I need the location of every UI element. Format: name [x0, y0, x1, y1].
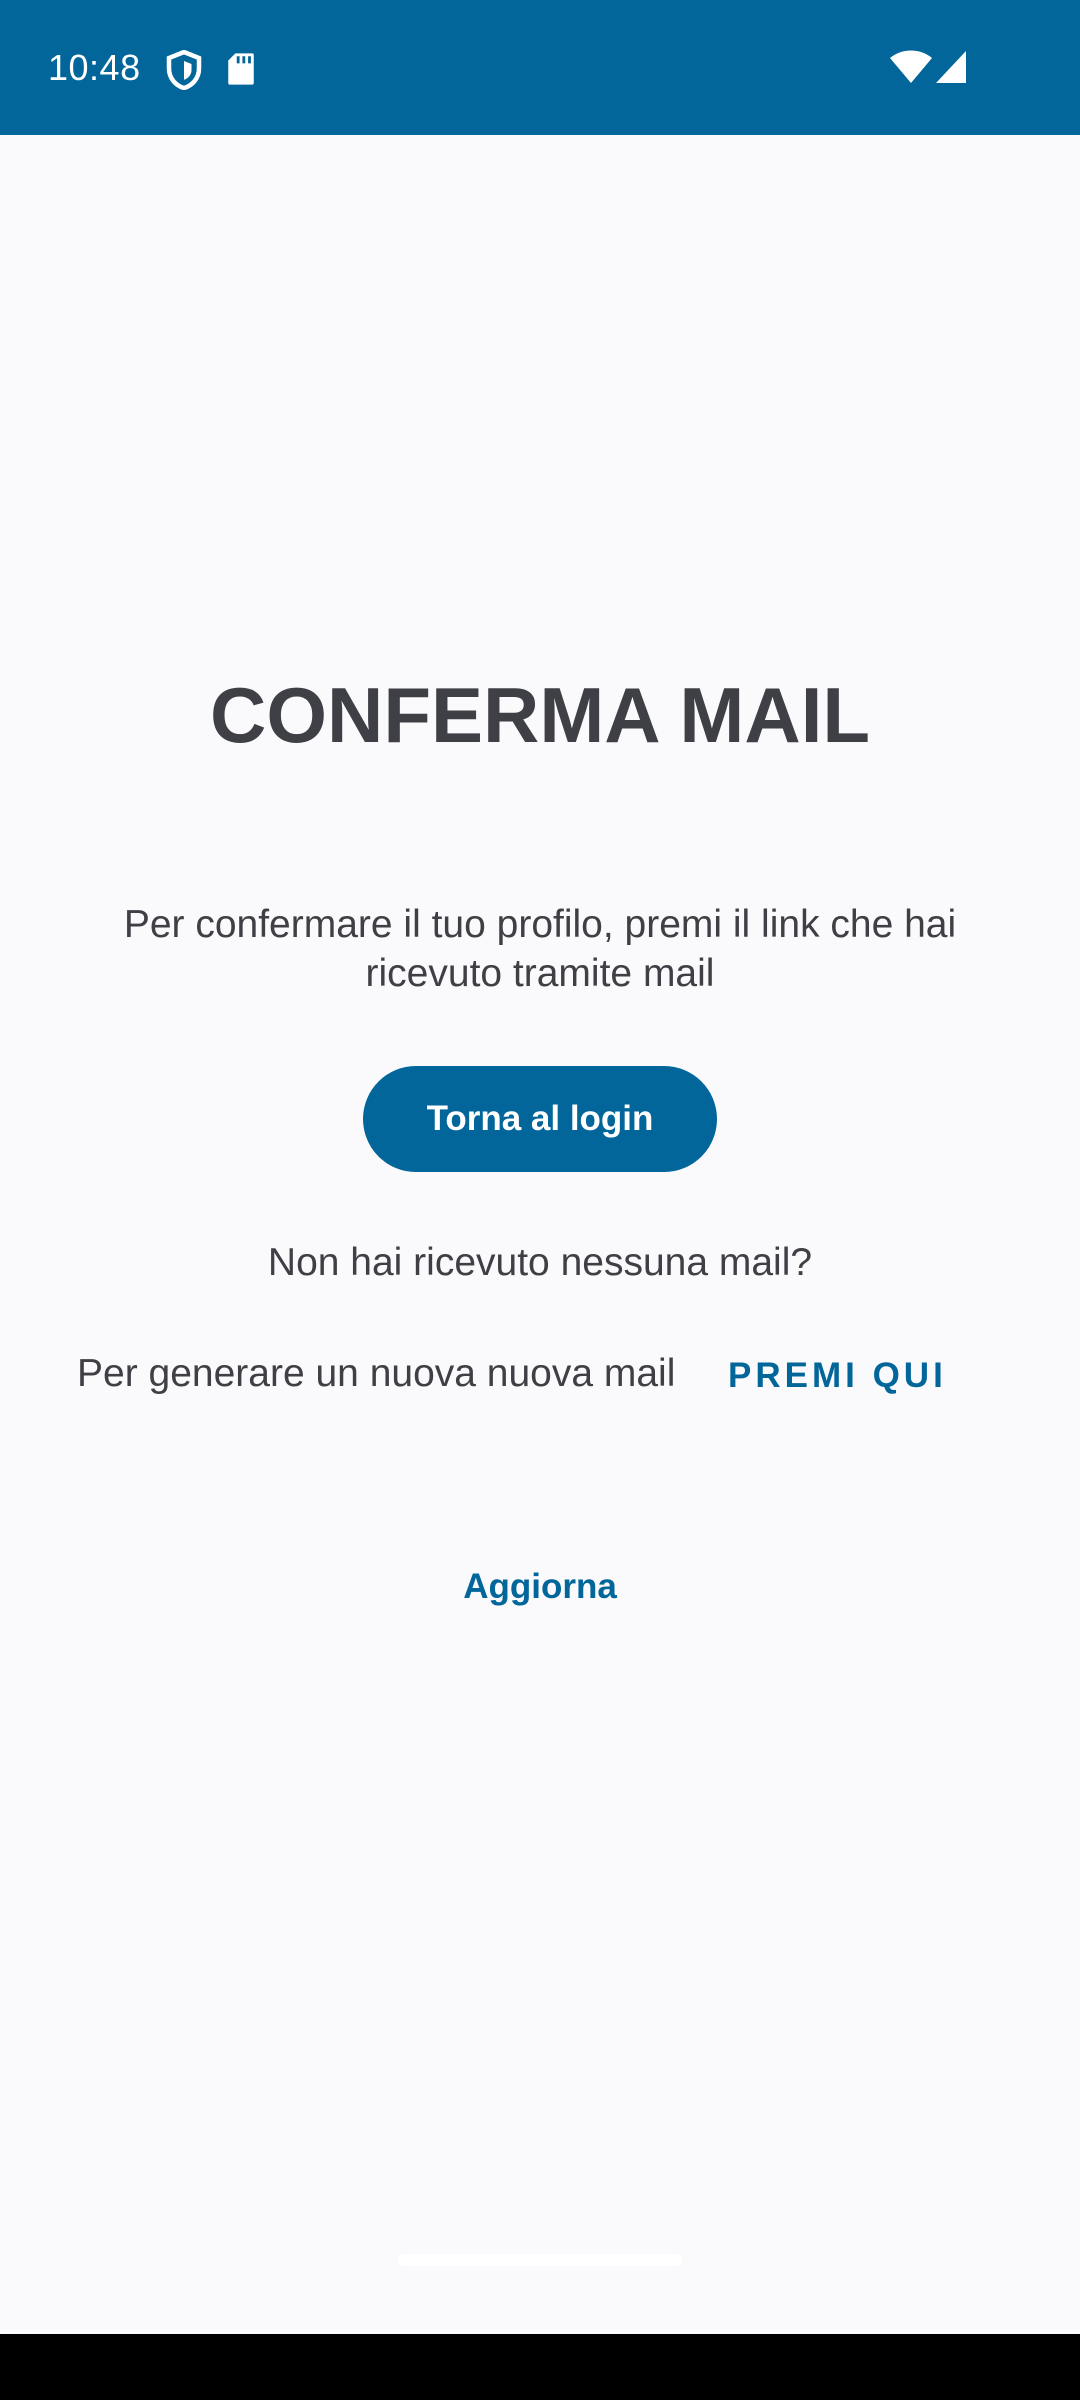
navigation-bar	[0, 2334, 1080, 2400]
confirmation-message: Per confermare il tuo profilo, premi il …	[123, 903, 957, 995]
sd-card-icon	[228, 53, 254, 85]
refresh-button[interactable]: Aggiorna	[0, 1562, 1080, 1612]
page-title: CONFERMA MAIL	[209, 671, 871, 759]
shield-icon	[166, 50, 202, 90]
status-bar: 10:48	[0, 0, 1080, 135]
cellular-signal-icon	[936, 51, 966, 83]
status-time: 10:48	[48, 47, 141, 88]
no-mail-question: Non hai ricevuto nessuna mail?	[267, 1241, 813, 1284]
home-indicator[interactable]	[398, 2254, 682, 2266]
generate-mail-text: Per generare un nuova nuova mail	[77, 1352, 676, 1395]
back-to-login-button[interactable]: Torna al login	[363, 1066, 717, 1172]
press-here-link[interactable]: PREMI QUI	[728, 1351, 947, 1401]
wifi-icon	[890, 50, 932, 83]
